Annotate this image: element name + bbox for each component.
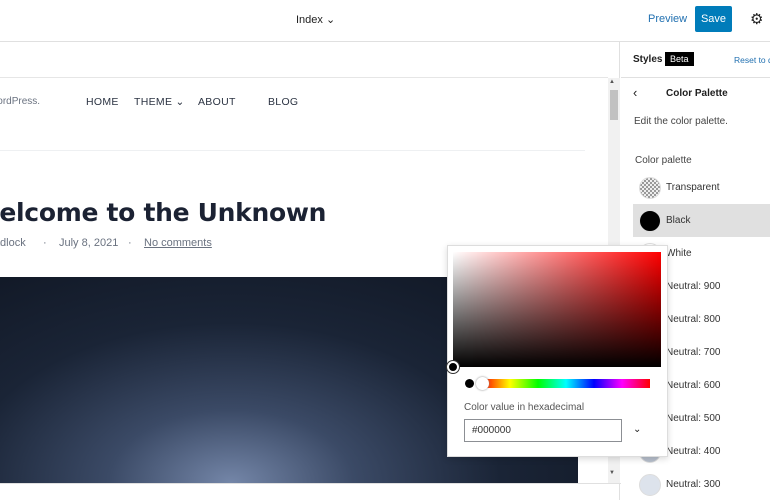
color-name: Transparent bbox=[666, 182, 720, 193]
beta-badge: Beta bbox=[665, 52, 694, 66]
color-swatch bbox=[639, 176, 661, 199]
panel-title: Color Palette bbox=[666, 88, 728, 99]
styles-heading: Styles bbox=[633, 54, 663, 65]
panel-description: Edit the color palette. bbox=[634, 116, 728, 127]
nav-theme-label: THEME bbox=[134, 96, 173, 108]
nav-home[interactable]: HOME bbox=[86, 96, 119, 108]
palette-label: Color palette bbox=[635, 155, 692, 166]
color-name: Neutral: 300 bbox=[666, 479, 721, 490]
scrollbar-thumb[interactable] bbox=[610, 90, 618, 120]
post-title[interactable]: Welcome to the Unknown bbox=[0, 198, 326, 227]
color-name: Neutral: 800 bbox=[666, 314, 721, 325]
scroll-up-icon[interactable]: ▲ bbox=[609, 79, 615, 85]
reset-button[interactable]: Reset to defaults bbox=[734, 55, 770, 65]
saturation-area[interactable] bbox=[453, 252, 661, 367]
scroll-down-icon[interactable]: ▼ bbox=[609, 470, 615, 476]
divider bbox=[621, 77, 770, 78]
color-name: Neutral: 400 bbox=[666, 446, 721, 457]
comments-link[interactable]: No comments bbox=[144, 237, 212, 249]
palette-item[interactable]: Transparent bbox=[633, 171, 770, 204]
color-swatch bbox=[639, 473, 661, 496]
hue-slider[interactable] bbox=[482, 379, 650, 388]
palette-item[interactable]: Neutral: 300 bbox=[633, 468, 770, 501]
current-color-preview bbox=[465, 379, 474, 388]
site-title[interactable]: WordPress. bbox=[0, 96, 40, 107]
color-name: Neutral: 900 bbox=[666, 281, 721, 292]
nav-about[interactable]: ABOUT bbox=[198, 96, 236, 108]
saturation-handle[interactable] bbox=[447, 361, 459, 373]
divider bbox=[0, 77, 608, 78]
back-chevron-icon[interactable]: ‹ bbox=[633, 85, 637, 100]
divider bbox=[0, 150, 585, 151]
post-date: July 8, 2021 bbox=[59, 237, 119, 249]
save-button[interactable]: Save bbox=[695, 6, 732, 32]
chevron-down-icon: ⌄ bbox=[175, 96, 185, 108]
color-swatch bbox=[639, 209, 661, 232]
hex-label: Color value in hexadecimal bbox=[464, 402, 585, 413]
color-name: Neutral: 700 bbox=[666, 347, 721, 358]
chevron-down-icon: ⌄ bbox=[325, 14, 336, 26]
template-title: Index bbox=[296, 14, 323, 26]
color-name: Neutral: 500 bbox=[666, 413, 721, 424]
hex-input[interactable] bbox=[464, 419, 622, 442]
preview-button[interactable]: Preview bbox=[648, 13, 687, 25]
nav-blog[interactable]: BLOG bbox=[268, 96, 298, 108]
post-author[interactable]: Hadlock bbox=[0, 237, 26, 249]
chevron-down-icon[interactable]: ⌄ bbox=[633, 424, 641, 435]
template-selector[interactable]: Index ⌄ bbox=[296, 13, 335, 26]
color-name: Black bbox=[666, 215, 691, 226]
separator: · bbox=[43, 237, 47, 249]
color-name: Neutral: 600 bbox=[666, 380, 721, 391]
palette-item[interactable]: Black bbox=[633, 204, 770, 237]
gear-icon[interactable]: ⚙ bbox=[750, 10, 763, 28]
hue-slider-thumb[interactable] bbox=[476, 377, 489, 390]
separator: · bbox=[128, 237, 132, 249]
color-name: White bbox=[666, 248, 692, 259]
nav-theme[interactable]: THEME ⌄ bbox=[134, 96, 185, 108]
